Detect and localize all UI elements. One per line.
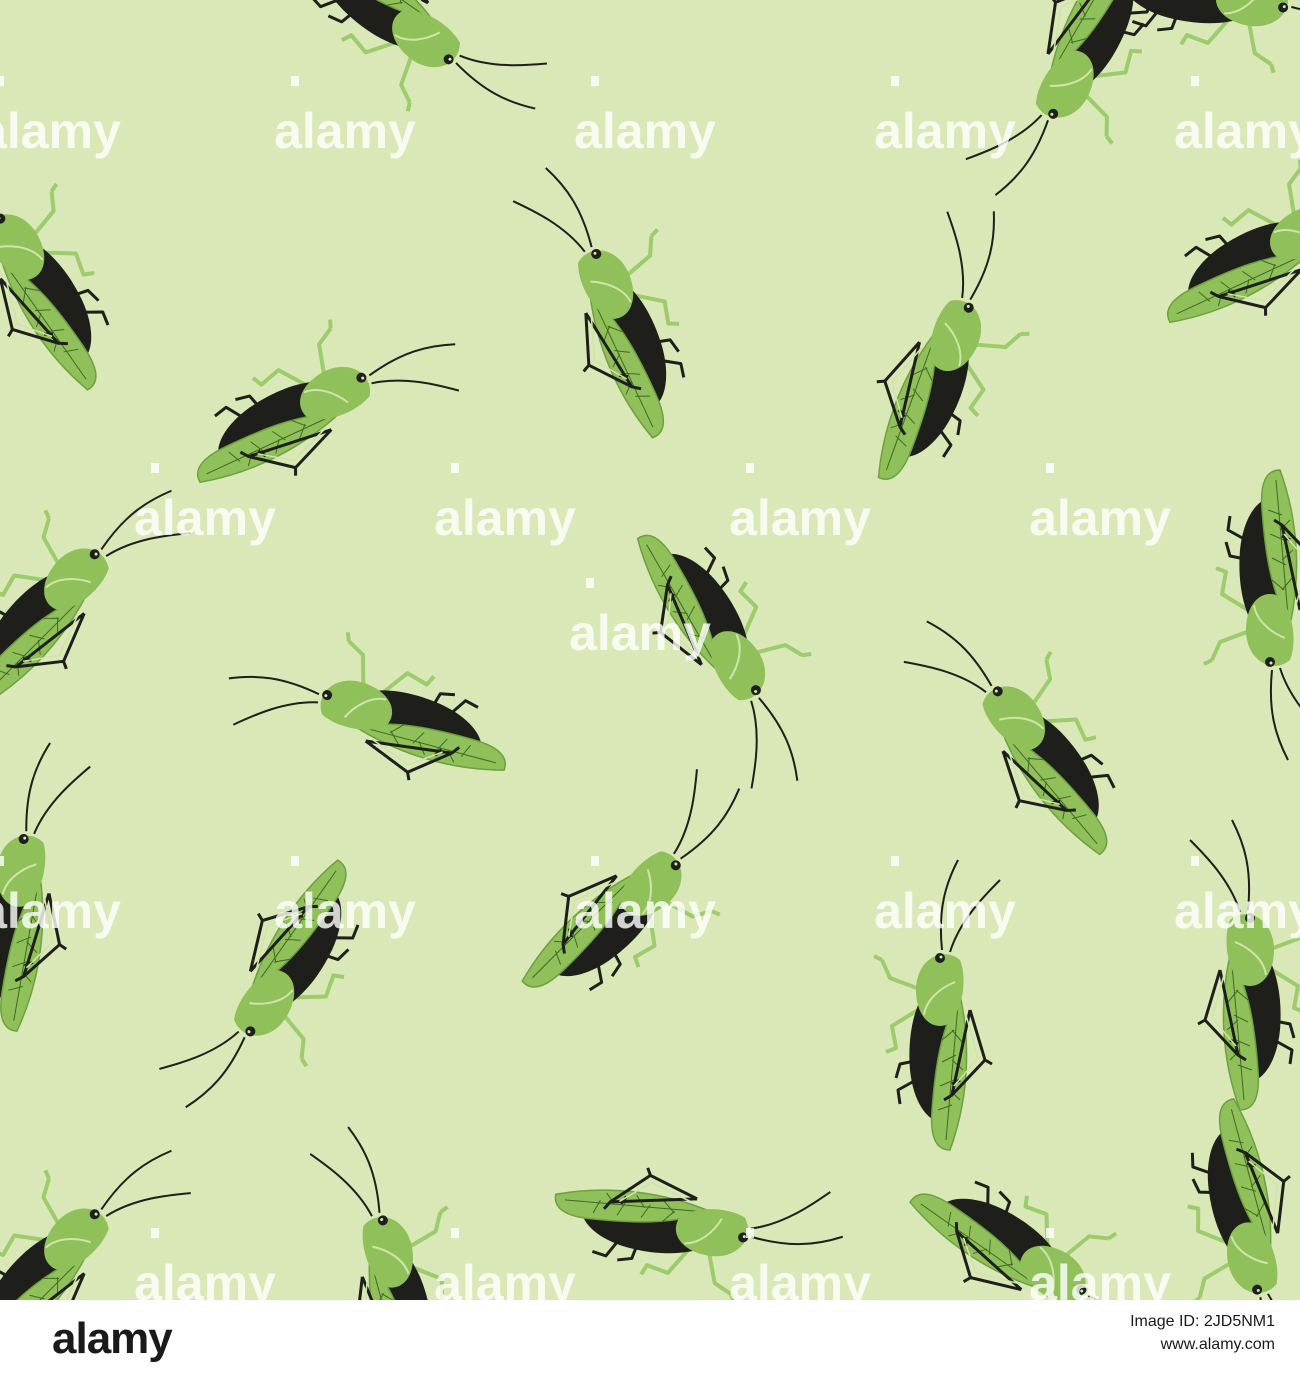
alamy-logo: alamy (52, 1314, 173, 1363)
website-label: www.alamy.com (1160, 1336, 1275, 1353)
grasshopper-pattern: alamy (0, 0, 1300, 1300)
image-id-label: Image ID: 2JD5NM1 (1130, 1313, 1275, 1330)
footer-bar: alamy Image ID: 2JD5NM1 www.alamy.com (0, 1300, 1300, 1390)
pattern-canvas: alamy (0, 0, 1300, 1300)
footer-info: Image ID: 2JD5NM1 www.alamy.com (1025, 1310, 1275, 1356)
